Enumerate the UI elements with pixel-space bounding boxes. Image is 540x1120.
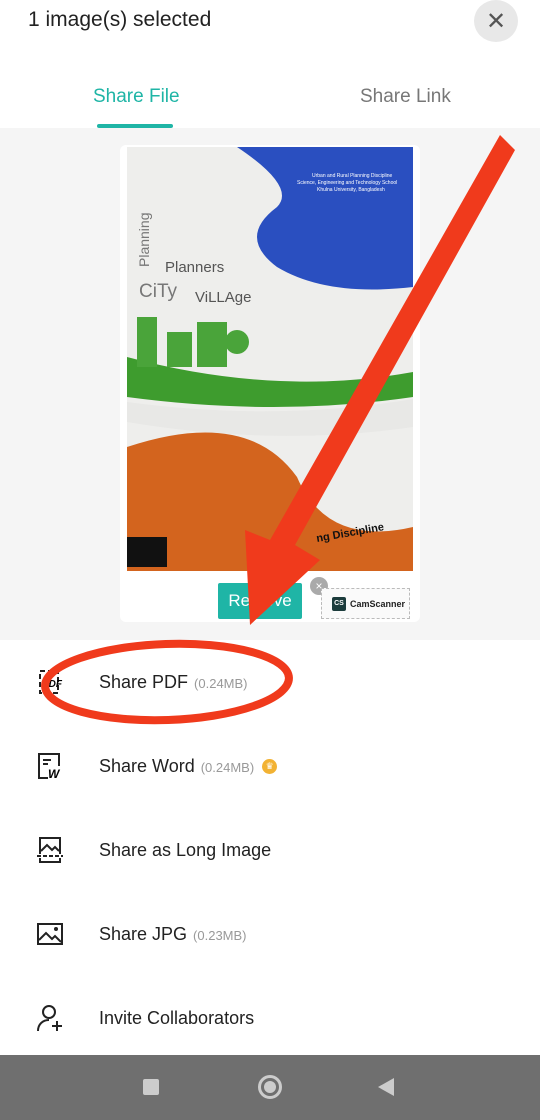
- camscanner-logo-icon: CS: [332, 596, 346, 611]
- svg-text:Planners: Planners: [165, 259, 224, 276]
- page-title: 1 image(s) selected: [28, 8, 212, 31]
- option-label: Share as Long Image: [99, 839, 272, 860]
- close-icon: ✕: [485, 7, 507, 35]
- document-thumbnail: Planning Planners CiTy ViLLAge ng Discip…: [127, 147, 413, 571]
- option-label: Share Word: [99, 755, 195, 776]
- file-size: (0.24MB): [194, 675, 248, 691]
- share-long-image-option[interactable]: Share as Long Image: [0, 808, 540, 892]
- share-options-list: PDF Share PDF (0.24MB) W Share Word (0.24M…: [0, 640, 540, 1060]
- close-button[interactable]: ✕: [474, 0, 518, 42]
- share-pdf-option[interactable]: PDF Share PDF (0.24MB): [0, 640, 540, 724]
- pdf-icon: PDF: [39, 670, 63, 694]
- file-size: (0.24MB): [200, 759, 255, 775]
- option-label: Invite Collaborators: [99, 1007, 255, 1028]
- add-user-icon: [37, 1005, 62, 1032]
- long-image-icon: [37, 837, 63, 863]
- svg-text:PDF: PDF: [42, 679, 63, 690]
- image-icon: [37, 923, 63, 945]
- svg-text:Khulna University, Bangladesh: Khulna University, Bangladesh: [317, 187, 385, 193]
- tab-share-link[interactable]: Share Link: [360, 86, 451, 108]
- share-word-option[interactable]: W Share Word (0.24MB) ♛: [0, 724, 540, 808]
- system-navigation-bar: [0, 1055, 540, 1120]
- back-button[interactable]: [378, 1078, 394, 1096]
- svg-text:Planning: Planning: [136, 213, 152, 268]
- remove-watermark-button[interactable]: Remove: [218, 583, 302, 619]
- header: 1 image(s) selected ✕: [0, 0, 540, 50]
- word-icon: W: [38, 753, 61, 780]
- tab-bar: Share File Share Link: [0, 72, 540, 128]
- svg-text:Science, Engineering and Techn: Science, Engineering and Technology Scho…: [297, 180, 397, 186]
- preview-card: Planning Planners CiTy ViLLAge ng Discip…: [120, 145, 420, 622]
- camscanner-watermark: CS CamScanner: [321, 588, 410, 619]
- recents-button[interactable]: [143, 1079, 159, 1095]
- option-label: Share PDF: [99, 671, 189, 692]
- svg-text:ViLLAge: ViLLAge: [195, 289, 251, 306]
- file-size: (0.23MB): [193, 927, 247, 943]
- premium-crown-icon: ♛: [262, 759, 278, 775]
- preview-area: Planning Planners CiTy ViLLAge ng Discip…: [0, 128, 540, 640]
- invite-collaborators-option[interactable]: Invite Collaborators: [0, 976, 540, 1060]
- svg-text:W: W: [48, 767, 61, 780]
- option-label: Share JPG: [99, 923, 188, 944]
- share-jpg-option[interactable]: Share JPG (0.23MB): [0, 892, 540, 976]
- svg-text:Urban and Rural Planning Disci: Urban and Rural Planning Discipline: [312, 173, 393, 179]
- home-button[interactable]: [258, 1075, 282, 1099]
- svg-text:CiTy: CiTy: [139, 281, 178, 302]
- tab-share-file[interactable]: Share File: [93, 86, 180, 108]
- watermark-label: CamScanner: [350, 598, 406, 609]
